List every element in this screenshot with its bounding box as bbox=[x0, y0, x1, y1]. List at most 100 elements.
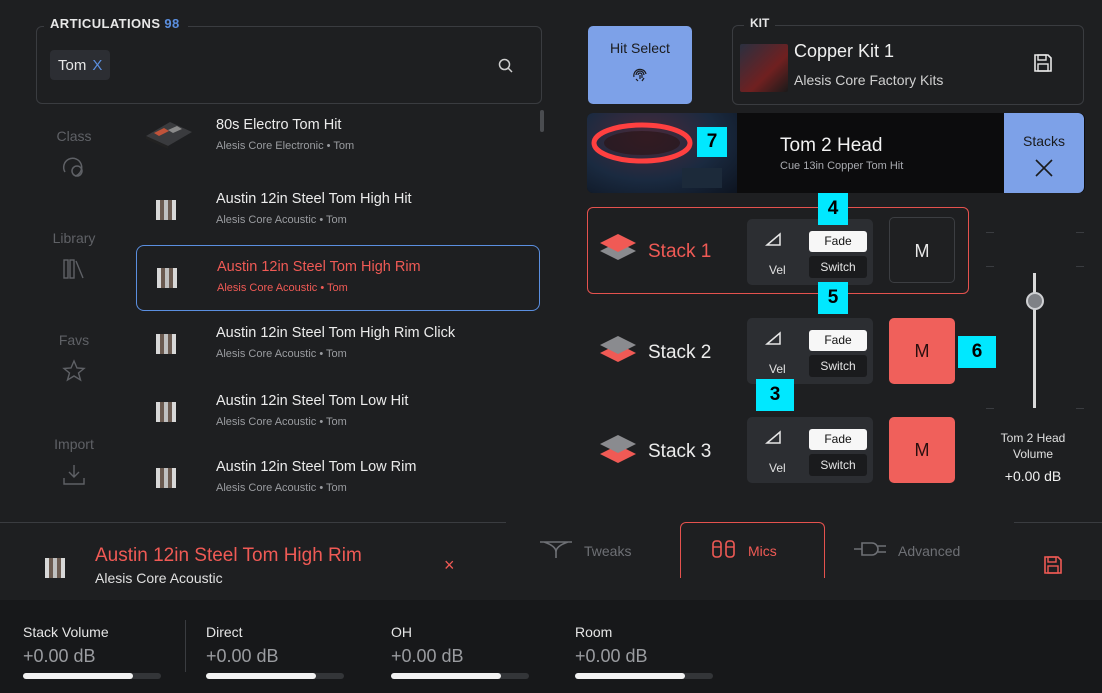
list-item-title: Austin 12in Steel Tom High Rim bbox=[217, 259, 421, 275]
switch-button[interactable]: Switch bbox=[809, 256, 867, 278]
vel-button[interactable]: Vel bbox=[769, 362, 786, 376]
mixer-slider[interactable] bbox=[206, 673, 344, 679]
sidebar-item-label: Favs bbox=[58, 332, 90, 348]
sidebar-item-favs[interactable]: Favs bbox=[34, 332, 114, 384]
list-item[interactable]: Austin 12in Steel Tom High Hit Alesis Co… bbox=[136, 178, 540, 242]
velocity-icon bbox=[764, 429, 783, 450]
fader-tick bbox=[986, 232, 994, 233]
cue-subtitle: Cue 13in Copper Tom Hit bbox=[780, 160, 904, 172]
mixer-room[interactable]: Room +0.00 dB bbox=[575, 624, 713, 679]
kit-title: KIT bbox=[744, 16, 776, 30]
tab-tweaks[interactable]: Tweaks bbox=[538, 538, 631, 563]
mixer-slider[interactable] bbox=[23, 673, 161, 679]
list-item-title: Austin 12in Steel Tom High Rim Click bbox=[216, 325, 456, 341]
stack-1-label[interactable]: Stack 1 bbox=[648, 241, 711, 263]
fade-button[interactable]: Fade bbox=[809, 330, 867, 351]
sidebar-item-label: Library bbox=[52, 230, 96, 246]
callout-badge: 5 bbox=[818, 282, 848, 314]
divider bbox=[0, 522, 506, 523]
mixer-value: +0.00 dB bbox=[206, 646, 279, 666]
tab-advanced[interactable]: Advanced bbox=[852, 538, 960, 563]
mixer-slider-fill bbox=[575, 673, 686, 679]
volume-label: Tom 2 Head Volume bbox=[1000, 431, 1066, 461]
list-item[interactable]: 80s Electro Tom Hit Alesis Core Electron… bbox=[136, 104, 540, 168]
tab-label: Mics bbox=[748, 542, 777, 559]
stacks-label: Stacks bbox=[1022, 133, 1065, 149]
switch-button[interactable]: Switch bbox=[809, 355, 867, 377]
list-item-title: 80s Electro Tom Hit bbox=[216, 117, 342, 133]
vel-button[interactable]: Vel bbox=[769, 263, 786, 277]
articulations-title-label: ARTICULATIONS bbox=[50, 16, 161, 31]
list-item[interactable]: Austin 12in Steel Tom Low Hit Alesis Cor… bbox=[136, 380, 540, 444]
mixer-oh[interactable]: OH +0.00 dB bbox=[391, 624, 529, 679]
stack-layer-icon bbox=[598, 431, 638, 472]
selected-articulation-name: Austin 12in Steel Tom High Rim bbox=[95, 545, 362, 566]
stack-3-label[interactable]: Stack 3 bbox=[648, 441, 711, 463]
fader-tick bbox=[986, 266, 994, 267]
selected-articulation-library: Alesis Core Acoustic bbox=[95, 570, 223, 586]
tom-drum-thumbnail bbox=[155, 266, 179, 290]
fingerprint-icon bbox=[631, 66, 649, 84]
mixer-label: OH bbox=[391, 624, 412, 640]
volume-fader-knob[interactable] bbox=[1026, 291, 1044, 310]
mixer-bar bbox=[0, 600, 1102, 693]
save-icon[interactable] bbox=[1032, 52, 1054, 74]
stacks-button[interactable]: Stacks bbox=[1004, 113, 1084, 193]
hit-select-label: Hit Select bbox=[610, 40, 670, 56]
close-icon bbox=[1033, 157, 1055, 179]
switch-button[interactable]: Switch bbox=[809, 454, 867, 476]
mixer-direct[interactable]: Direct +0.00 dB bbox=[206, 624, 344, 679]
stack-3-mute-button[interactable]: M bbox=[889, 417, 955, 483]
vel-button[interactable]: Vel bbox=[769, 461, 786, 475]
list-item[interactable]: Austin 12in Steel Tom High Rim Click Ale… bbox=[136, 312, 540, 376]
tom-drum-thumbnail bbox=[154, 198, 178, 222]
hit-select-button[interactable]: Hit Select bbox=[588, 26, 692, 104]
save-icon[interactable] bbox=[1042, 554, 1064, 576]
kit-library: Alesis Core Factory Kits bbox=[794, 72, 944, 88]
close-icon[interactable]: × bbox=[444, 555, 455, 576]
fader-tick bbox=[1076, 408, 1084, 409]
mics-icon bbox=[710, 538, 738, 563]
callout-badge: 4 bbox=[818, 193, 848, 225]
list-item-title: Austin 12in Steel Tom Low Rim bbox=[216, 459, 417, 475]
list-item-subtitle: Alesis Core Acoustic • Tom bbox=[216, 482, 347, 494]
mixer-slider[interactable] bbox=[575, 673, 713, 679]
sidebar-item-class[interactable]: Class bbox=[34, 128, 114, 180]
velocity-icon bbox=[764, 330, 783, 351]
mixer-value: +0.00 dB bbox=[391, 646, 464, 666]
divider bbox=[185, 620, 186, 672]
stack-2-mute-button[interactable]: M bbox=[889, 318, 955, 384]
callout-badge: 6 bbox=[958, 336, 996, 368]
class-icon bbox=[61, 154, 87, 180]
mixer-label: Room bbox=[575, 624, 613, 640]
stack-layer-icon bbox=[598, 232, 638, 273]
sidebar-item-library[interactable]: Library bbox=[34, 230, 114, 282]
tom-drum-thumbnail bbox=[154, 332, 178, 356]
list-item-selected[interactable]: Austin 12in Steel Tom High Rim Alesis Co… bbox=[136, 245, 540, 311]
callout-badge: 3 bbox=[756, 379, 794, 411]
search-icon[interactable] bbox=[497, 57, 515, 75]
mixer-stack-volume[interactable]: Stack Volume +0.00 dB bbox=[23, 624, 161, 679]
sidebar-item-import[interactable]: Import bbox=[34, 436, 114, 488]
divider bbox=[1014, 522, 1102, 523]
sidebar-item-label: Import bbox=[54, 436, 94, 452]
list-item[interactable]: Austin 12in Steel Tom Low Rim Alesis Cor… bbox=[136, 446, 540, 510]
stack-2-label[interactable]: Stack 2 bbox=[648, 342, 711, 364]
mixer-slider[interactable] bbox=[391, 673, 529, 679]
search-tag-remove[interactable]: X bbox=[92, 57, 102, 74]
stack-1-mute-button[interactable]: M bbox=[889, 217, 955, 283]
tab-mics[interactable]: Mics bbox=[710, 538, 777, 563]
search-tag[interactable]: Tom X bbox=[50, 50, 111, 80]
list-item-subtitle: Alesis Core Acoustic • Tom bbox=[217, 282, 348, 294]
stack-layer-icon bbox=[598, 334, 638, 375]
fade-button[interactable]: Fade bbox=[809, 429, 867, 450]
callout-badge: 7 bbox=[697, 127, 727, 157]
mixer-slider-fill bbox=[391, 673, 502, 679]
fade-button[interactable]: Fade bbox=[809, 231, 867, 252]
tom-drum-thumbnail bbox=[43, 556, 67, 585]
kit-name[interactable]: Copper Kit 1 bbox=[794, 41, 894, 62]
list-scrollbar[interactable] bbox=[540, 110, 544, 132]
kit-thumbnail bbox=[740, 44, 788, 92]
fader-tick bbox=[1076, 266, 1084, 267]
import-icon bbox=[61, 462, 87, 488]
